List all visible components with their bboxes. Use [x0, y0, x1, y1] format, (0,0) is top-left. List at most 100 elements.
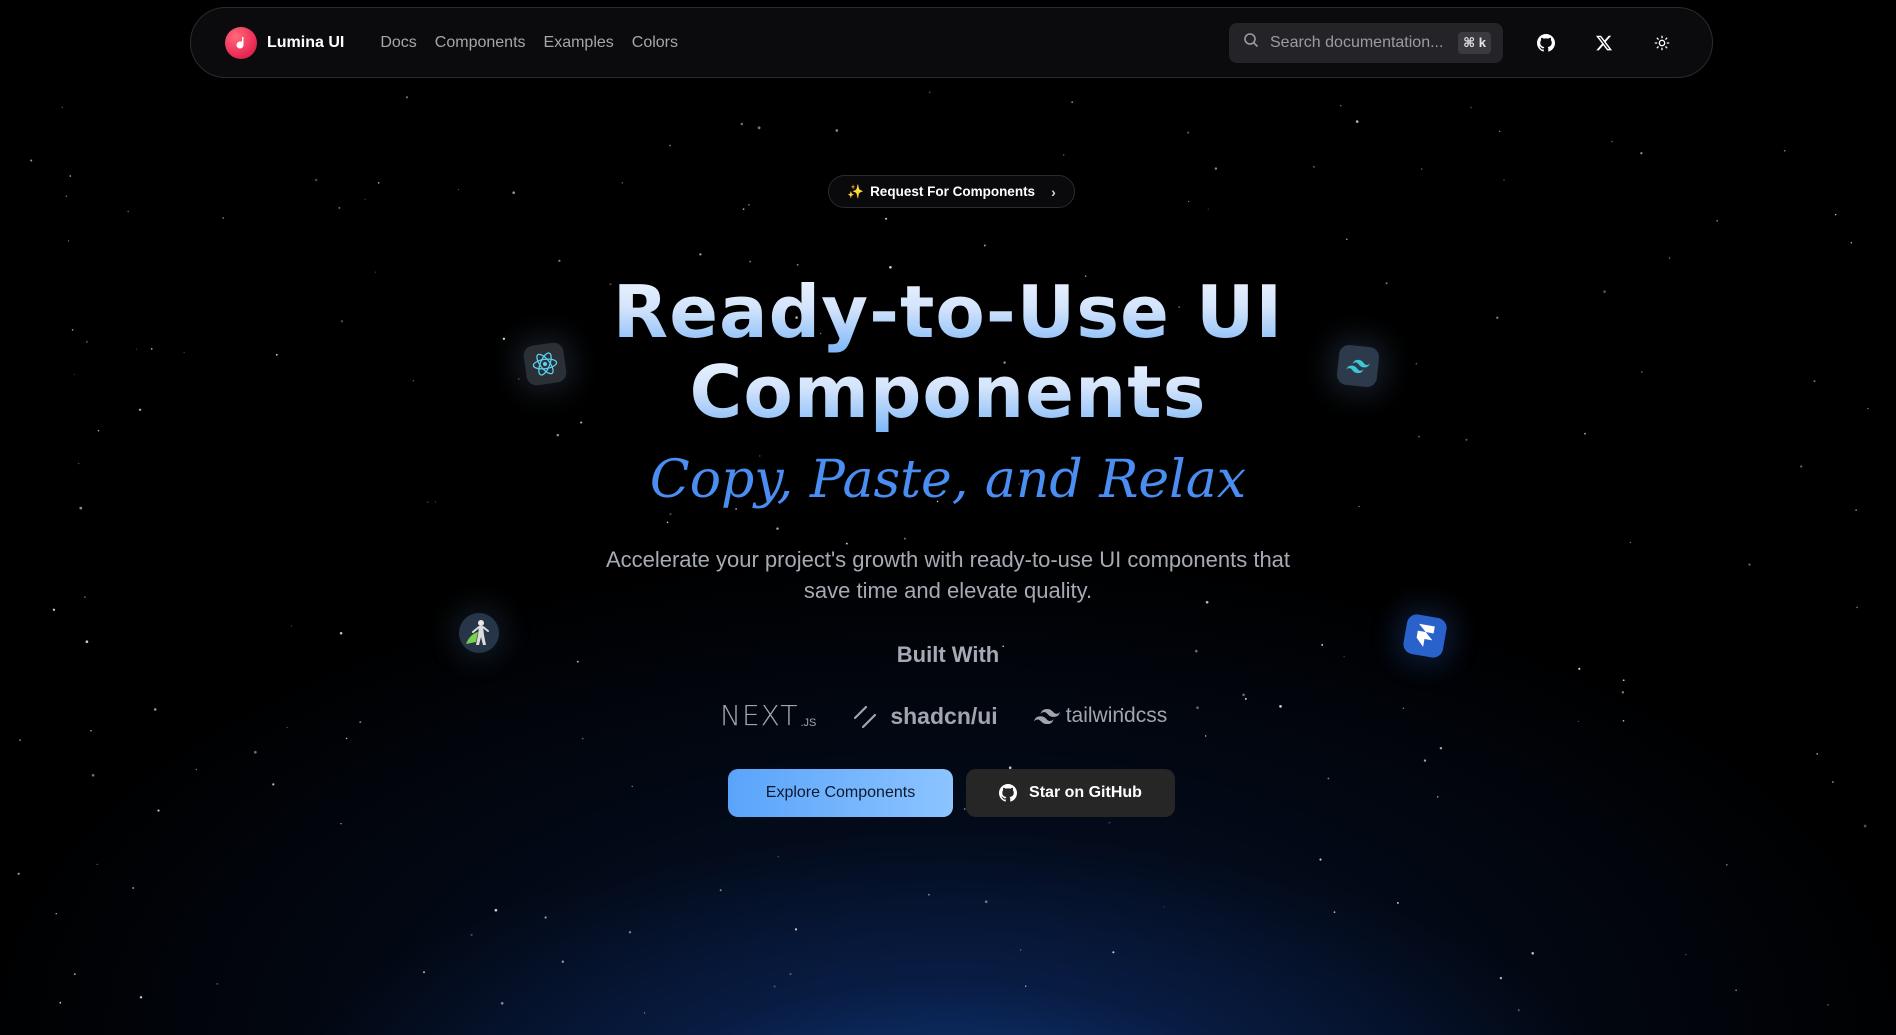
star	[984, 900, 988, 904]
star	[1735, 989, 1737, 992]
nav-actions: Search documentation... ⌘ k	[1229, 22, 1678, 63]
star	[272, 783, 275, 786]
star	[1402, 707, 1405, 709]
star	[1748, 563, 1751, 566]
star	[1214, 167, 1218, 170]
star	[1333, 911, 1336, 913]
star	[1622, 679, 1625, 682]
star	[1187, 131, 1190, 134]
star	[1244, 697, 1247, 700]
star	[290, 625, 292, 627]
star	[1499, 976, 1503, 980]
lumina-logo-icon	[225, 26, 257, 59]
star	[749, 260, 752, 263]
star	[216, 982, 219, 985]
tailwind-wordmark: tailwindcss	[1065, 704, 1168, 727]
chevron-right-icon: ›	[1051, 183, 1056, 200]
star	[903, 537, 906, 540]
star	[157, 809, 160, 812]
star	[669, 144, 671, 147]
star	[55, 913, 57, 915]
brand[interactable]: Lumina UI	[225, 26, 345, 59]
star	[628, 931, 632, 934]
x-button[interactable]	[1588, 27, 1620, 59]
star	[19, 739, 21, 741]
star-on-github-button[interactable]: Star on GitHub	[966, 769, 1175, 817]
star	[581, 737, 584, 740]
star	[1019, 949, 1022, 951]
star	[669, 513, 672, 516]
star	[1436, 796, 1439, 798]
github-button[interactable]	[1530, 27, 1562, 59]
search-placeholder: Search documentation...	[1270, 33, 1444, 51]
star	[1850, 242, 1853, 244]
star	[1726, 864, 1728, 866]
tailwind-icon	[1336, 344, 1380, 388]
star	[1827, 1004, 1829, 1006]
nextjs-wordmark: NEXT	[720, 699, 799, 732]
star	[1242, 693, 1245, 697]
star	[96, 863, 98, 866]
star	[699, 253, 702, 256]
star	[773, 985, 776, 988]
star	[558, 259, 561, 262]
star	[1834, 213, 1837, 216]
tailwind-logo: tailwindcss	[1033, 704, 1168, 728]
nav-link-components[interactable]: Components	[435, 34, 526, 52]
star	[338, 206, 341, 209]
star	[1578, 667, 1581, 670]
star	[1611, 140, 1613, 143]
explore-components-button[interactable]: Explore Components	[728, 769, 953, 817]
badge-label: Request For Components	[870, 184, 1036, 199]
star	[458, 189, 460, 191]
brand-name: Lumina UI	[267, 33, 345, 51]
navbar: Lumina UI Docs Components Examples Color…	[190, 7, 1713, 78]
star	[30, 159, 33, 162]
star	[1531, 952, 1534, 955]
react-icon	[522, 341, 568, 387]
star	[1063, 154, 1065, 156]
starfield-background	[17, 91, 1869, 1014]
tech-logos: NEXT .JS shadcn/ui tailwindcss	[720, 700, 1200, 732]
shadcn-wordmark: shadcn/ui	[890, 702, 998, 729]
star	[1577, 721, 1579, 722]
star	[1629, 541, 1632, 544]
shadcn-logo: shadcn/ui	[852, 702, 998, 730]
search-icon	[1243, 32, 1259, 53]
star	[67, 240, 70, 242]
star	[1584, 432, 1586, 435]
github-icon	[1537, 33, 1555, 52]
star	[405, 96, 409, 99]
hero-subtitle: Copy, Paste, and Relax	[649, 450, 1247, 510]
star	[1025, 985, 1027, 987]
star	[544, 916, 547, 919]
star	[1517, 1009, 1520, 1012]
star	[153, 708, 157, 711]
star	[983, 244, 986, 247]
star	[61, 106, 63, 108]
theme-toggle-button[interactable]	[1646, 27, 1678, 59]
nav-link-docs[interactable]: Docs	[380, 34, 416, 52]
star	[512, 191, 515, 194]
star	[1339, 104, 1342, 107]
star	[1716, 219, 1719, 222]
star	[359, 721, 362, 724]
star	[1816, 753, 1819, 755]
nav-link-colors[interactable]: Colors	[632, 34, 678, 52]
search-input[interactable]: Search documentation... ⌘ k	[1229, 22, 1503, 63]
star	[17, 872, 20, 875]
star	[621, 182, 624, 184]
star	[52, 608, 56, 612]
x-logo-icon	[1595, 35, 1613, 50]
star	[666, 521, 669, 524]
star	[1207, 208, 1209, 210]
star	[561, 960, 564, 963]
star	[927, 893, 930, 896]
star	[928, 91, 931, 94]
star	[500, 1001, 504, 1005]
star	[222, 217, 225, 219]
star	[1313, 166, 1315, 168]
request-components-badge[interactable]: ✨ Request For Components ›	[828, 175, 1075, 208]
nav-link-examples[interactable]: Examples	[544, 34, 614, 52]
star	[1421, 168, 1423, 170]
